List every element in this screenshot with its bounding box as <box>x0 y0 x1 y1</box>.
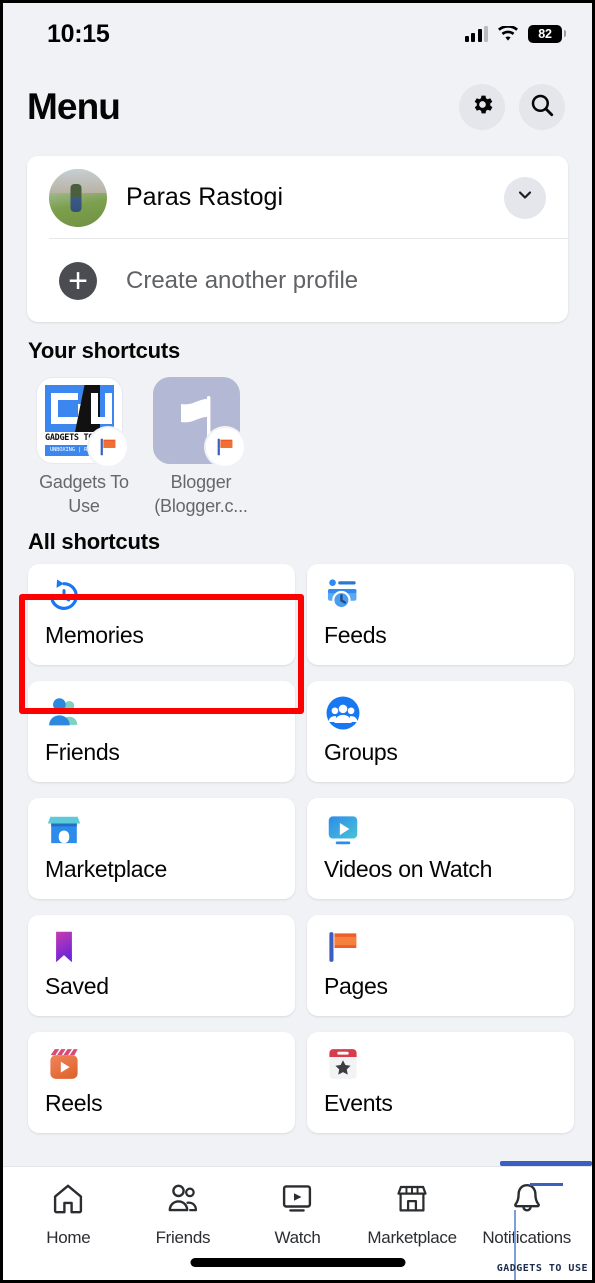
nav-label: Home <box>46 1228 91 1247</box>
shortcut-card-reels[interactable]: Reels <box>28 1032 295 1133</box>
battery-icon: 82 <box>528 25 566 43</box>
wifi-icon <box>497 26 519 42</box>
page-flag-icon <box>89 428 127 466</box>
nav-item-home[interactable]: Home <box>11 1181 126 1248</box>
marketplace-store-icon <box>394 1181 430 1222</box>
page-header: Menu <box>3 65 592 149</box>
search-icon <box>529 92 555 123</box>
nav-item-friends[interactable]: Friends <box>126 1181 241 1248</box>
all-shortcuts-title: All shortcuts <box>28 529 160 554</box>
watermark-text: GADGETS TO USE <box>496 1263 588 1274</box>
shortcut-card-label: Pages <box>324 973 388 999</box>
shortcut-card-label: Friends <box>45 739 120 765</box>
gear-icon <box>470 92 495 122</box>
feeds-icon <box>324 577 362 615</box>
plus-icon <box>59 261 97 300</box>
status-bar: 10:15 82 <box>3 3 592 65</box>
nav-item-marketplace[interactable]: Marketplace <box>355 1181 470 1248</box>
friends-icon <box>165 1181 201 1222</box>
shortcut-card-label: Feeds <box>324 622 387 648</box>
battery-level-label: 82 <box>538 27 552 41</box>
shortcut-card-label: Marketplace <box>45 856 167 882</box>
all-shortcuts-grid: Memories Feeds Friends Groups Marketplac… <box>3 555 592 1133</box>
shortcut-card-groups[interactable]: Groups <box>307 681 574 782</box>
profile-card: Paras Rastogi Create another profile <box>27 156 568 322</box>
shortcut-card-memories[interactable]: Memories <box>28 564 295 665</box>
cellular-signal-icon <box>464 26 488 42</box>
settings-button[interactable] <box>459 84 505 130</box>
search-button[interactable] <box>519 84 565 130</box>
shortcut-card-label: Memories <box>45 622 144 648</box>
nav-item-watch[interactable]: Watch <box>240 1181 355 1248</box>
shortcut-label: Gadgets To Use <box>39 472 129 516</box>
events-calendar-icon <box>324 1045 362 1083</box>
profile-expand-button[interactable] <box>504 176 546 219</box>
avatar <box>49 168 107 227</box>
watch-play-icon <box>279 1181 315 1222</box>
watermark-dash <box>530 1183 563 1186</box>
friends-icon <box>45 694 83 732</box>
shortcut-card-label: Groups <box>324 739 398 765</box>
shortcut-card-label: Events <box>324 1090 393 1116</box>
shortcut-card-label: Videos on Watch <box>324 856 493 882</box>
shortcut-card-feeds[interactable]: Feeds <box>307 564 574 665</box>
marketplace-store-icon <box>45 811 83 849</box>
shortcut-card-saved[interactable]: Saved <box>28 915 295 1016</box>
nav-label: Watch <box>274 1228 321 1247</box>
shortcut-item-blogger[interactable]: Blogger (Blogger.c... <box>153 377 249 518</box>
shortcut-card-pages[interactable]: Pages <box>307 915 574 1016</box>
watermark: GADGETS TO USE <box>492 1155 592 1280</box>
home-icon <box>50 1181 86 1222</box>
reels-icon <box>45 1045 83 1083</box>
shortcut-card-events[interactable]: Events <box>307 1032 574 1133</box>
blogger-flag-logo <box>153 377 244 466</box>
status-bar-indicators: 82 <box>464 25 566 43</box>
shortcut-card-videos-on-watch[interactable]: Videos on Watch <box>307 798 574 899</box>
phone-screen: 10:15 82 Menu Paras Rastogi + Create ano… <box>3 3 592 1280</box>
page-title: Menu <box>27 86 121 127</box>
shortcut-label: Blogger (Blogger.c... <box>154 472 248 516</box>
shortcut-item-gadgets-to-use[interactable]: GADGETS TO UNBOXING | REVIEW | Gadgets T… <box>36 377 132 518</box>
your-shortcuts-title: Your shortcuts <box>28 338 181 363</box>
create-profile-label: Create another profile <box>126 266 359 294</box>
header-actions <box>459 84 565 130</box>
shortcut-card-label: Reels <box>45 1090 103 1116</box>
profile-row[interactable]: Paras Rastogi <box>27 156 568 239</box>
profile-name: Paras Rastogi <box>126 183 284 211</box>
nav-label: Friends <box>155 1228 211 1247</box>
saved-bookmark-icon <box>45 928 83 966</box>
watch-video-icon <box>324 811 362 849</box>
pages-flag-icon <box>324 928 362 966</box>
nav-label: Marketplace <box>367 1228 457 1247</box>
groups-icon <box>324 694 362 732</box>
your-shortcuts-list: GADGETS TO UNBOXING | REVIEW | Gadgets T… <box>3 364 592 518</box>
memories-clock-icon <box>45 577 83 615</box>
shortcut-card-friends[interactable]: Friends <box>28 681 295 782</box>
status-bar-clock: 10:15 <box>47 19 110 48</box>
home-indicator <box>190 1258 405 1267</box>
watermark-bar <box>500 1161 592 1166</box>
create-another-profile-row[interactable]: Create another profile <box>27 239 568 322</box>
page-flag-icon <box>206 428 244 466</box>
shortcut-card-label: Saved <box>45 973 109 999</box>
gadgets-to-use-logo: GADGETS TO UNBOXING | REVIEW | <box>36 377 127 466</box>
chevron-down-icon <box>515 185 535 210</box>
shortcut-card-marketplace[interactable]: Marketplace <box>28 798 295 899</box>
